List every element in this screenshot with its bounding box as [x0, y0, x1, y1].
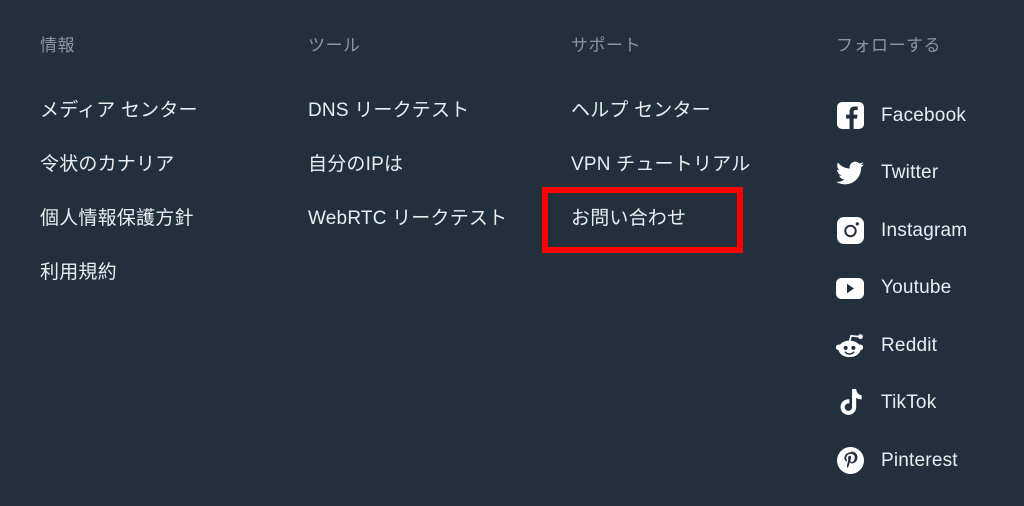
- tiktok-icon: [836, 389, 864, 417]
- reddit-icon: [836, 332, 864, 360]
- footer-link-label[interactable]: 個人情報保護方針: [40, 208, 194, 230]
- footer-link-privacy-policy[interactable]: 個人情報保護方針: [40, 192, 198, 246]
- social-link-label: Facebook: [881, 104, 967, 126]
- pinterest-icon: [836, 447, 864, 475]
- footer-link-label[interactable]: 利用規約: [40, 262, 117, 284]
- social-link-facebook[interactable]: Facebook: [836, 87, 967, 145]
- footer-link-list-tools: DNS リークテスト 自分のIPは WebRTC リークテスト: [308, 84, 507, 246]
- twitter-icon: [836, 159, 864, 187]
- footer-column-heading-support: サポート: [571, 36, 641, 55]
- footer-region: 情報 メディア センター 令状のカナリア 個人情報保護方針 利用規約 ツール D…: [0, 0, 1024, 506]
- social-link-label: TikTok: [881, 392, 937, 414]
- instagram-icon: [836, 217, 864, 245]
- footer-link-label[interactable]: DNS リークテスト: [308, 100, 469, 122]
- social-link-tiktok[interactable]: TikTok: [836, 375, 967, 433]
- footer-link-label[interactable]: メディア センター: [40, 100, 198, 122]
- footer-link-what-is-my-ip[interactable]: 自分のIPは: [308, 138, 507, 192]
- social-link-label: Reddit: [881, 334, 938, 356]
- footer-link-label[interactable]: 自分のIPは: [308, 154, 403, 176]
- footer-link-warrant-canary[interactable]: 令状のカナリア: [40, 138, 198, 192]
- social-link-instagram[interactable]: Instagram: [836, 202, 967, 260]
- social-link-reddit[interactable]: Reddit: [836, 317, 967, 375]
- social-link-list: Facebook Twitter Instagram Youtube Reddi…: [836, 87, 967, 490]
- footer-link-dns-leak-test[interactable]: DNS リークテスト: [308, 84, 507, 138]
- footer-column-heading-tools: ツール: [308, 36, 361, 55]
- footer-link-list-info: メディア センター 令状のカナリア 個人情報保護方針 利用規約: [40, 84, 198, 300]
- youtube-icon: [836, 274, 864, 302]
- footer-link-label[interactable]: 令状のカナリア: [40, 154, 174, 176]
- social-link-label: Instagram: [881, 219, 968, 241]
- footer-link-list-support: ヘルプ センター VPN チュートリアル お問い合わせ: [571, 84, 750, 246]
- facebook-icon: [836, 102, 864, 130]
- footer-link-contact-us[interactable]: お問い合わせ: [571, 192, 750, 246]
- footer-column-heading-info: 情報: [40, 36, 75, 55]
- footer-link-terms-of-service[interactable]: 利用規約: [40, 246, 198, 300]
- footer-link-help-center[interactable]: ヘルプ センター: [571, 84, 750, 138]
- footer-column-heading-follow: フォローする: [836, 36, 941, 55]
- footer-link-media-center[interactable]: メディア センター: [40, 84, 198, 138]
- social-link-pinterest[interactable]: Pinterest: [836, 432, 967, 490]
- footer-link-label[interactable]: VPN チュートリアル: [571, 154, 750, 176]
- footer-link-webrtc-leak-test[interactable]: WebRTC リークテスト: [308, 192, 507, 246]
- social-link-label: Youtube: [881, 277, 952, 299]
- footer-link-label[interactable]: お問い合わせ: [571, 208, 686, 230]
- social-link-youtube[interactable]: Youtube: [836, 260, 967, 318]
- footer-link-label[interactable]: ヘルプ センター: [571, 100, 711, 122]
- social-link-label: Pinterest: [881, 449, 958, 471]
- social-link-label: Twitter: [881, 162, 939, 184]
- footer-link-vpn-tutorials[interactable]: VPN チュートリアル: [571, 138, 750, 192]
- social-link-twitter[interactable]: Twitter: [836, 145, 967, 203]
- footer-link-label[interactable]: WebRTC リークテスト: [308, 208, 507, 230]
